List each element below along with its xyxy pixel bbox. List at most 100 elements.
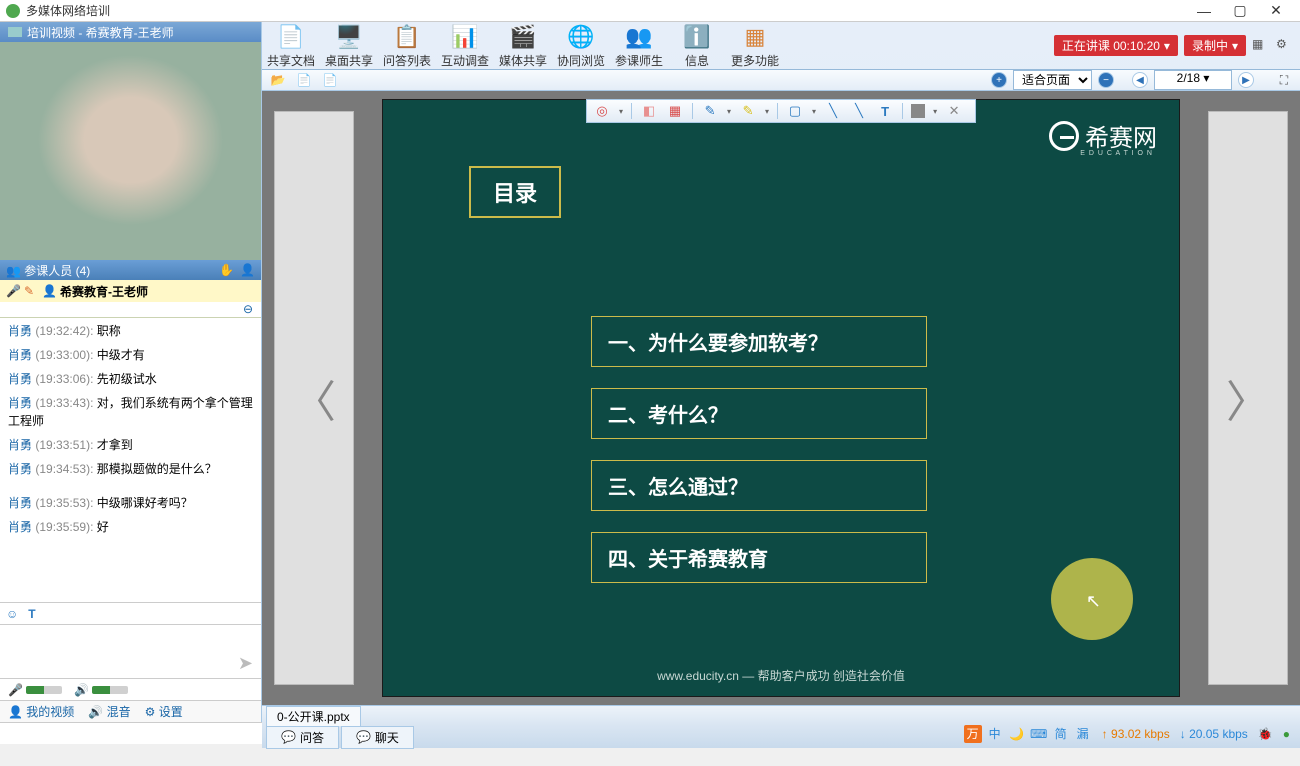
rect-icon[interactable]: ▢ bbox=[786, 102, 804, 120]
fit-select[interactable]: 适合页面 bbox=[1013, 70, 1092, 90]
bottom-controls: 👤 我的视频 🔊 混音 ⚙ 设置 bbox=[0, 700, 261, 722]
slide-footer: www.educity.cn — 帮助客户成功 创造社会价值 bbox=[383, 667, 1179, 684]
my-video-button[interactable]: 👤 我的视频 bbox=[8, 703, 74, 720]
tb-share-desktop[interactable]: 🖥️桌面共享 bbox=[320, 22, 378, 69]
tb-survey[interactable]: 📊互动调查 bbox=[436, 22, 494, 69]
add-doc-icon[interactable]: 📄 bbox=[294, 70, 314, 90]
video-header: 培训视频 - 希赛教育-王老师 bbox=[0, 22, 261, 42]
document-toolbar: 📂 📄 📄 + 适合页面 − ◀ 2/18 ▾ ▶ ⛶ bbox=[262, 70, 1300, 91]
fullscreen-icon[interactable]: ⛶ bbox=[1274, 70, 1294, 90]
video-title: 培训视频 - 希赛教育-王老师 bbox=[27, 24, 174, 41]
line2-icon[interactable]: ╲ bbox=[850, 102, 868, 120]
slide-item-1: 一、为什么要参加软考？ bbox=[591, 316, 927, 367]
mic-control-icon[interactable]: 🎤 bbox=[8, 683, 23, 697]
tb-cobrowse[interactable]: 🌐协同浏览 bbox=[552, 22, 610, 69]
presenter-row[interactable]: 🎤 ✎ 👤 希赛教育-王老师 bbox=[0, 280, 261, 302]
main-toolbar: 📄共享文档 🖥️桌面共享 📋问答列表 📊互动调查 🎬媒体共享 🌐协同浏览 👥参课… bbox=[262, 22, 1300, 70]
chat-message: 肖勇 (19:33:00): 中级才有 bbox=[8, 346, 253, 364]
download-speed: ↓ 20.05 kbps bbox=[1180, 727, 1248, 741]
slide-prev[interactable]: 〈 bbox=[274, 111, 354, 685]
emoji-button[interactable]: ☺ bbox=[6, 607, 18, 621]
chat-message: 肖勇 (19:33:51): 才拿到 bbox=[8, 436, 253, 454]
brand-subtitle: E D U C A T I O N bbox=[1080, 150, 1153, 157]
lecture-status[interactable]: 正在讲课 00:10:20 ▾ bbox=[1054, 35, 1178, 56]
tb-more[interactable]: ▦更多功能 bbox=[726, 22, 784, 69]
file-tab[interactable]: 0-公开课.pptx bbox=[266, 706, 361, 726]
pen-icon[interactable]: ✎ bbox=[701, 102, 719, 120]
target-icon[interactable]: ◎ bbox=[593, 102, 611, 120]
collapse-toggle[interactable]: ⊖ bbox=[0, 302, 261, 318]
close-anno-icon[interactable]: ✕ bbox=[945, 102, 963, 120]
audio-controls: 🎤 🔊 bbox=[0, 678, 261, 700]
tb-share-doc[interactable]: 📄共享文档 bbox=[262, 22, 320, 69]
status-icon-2[interactable]: ● bbox=[1283, 727, 1290, 741]
ime-indicator[interactable]: 万 中 🌙 ⌨ 简 漏 bbox=[964, 725, 1092, 743]
slide-area: 〈 ◎▾ ◧ ▦ ✎▾ ✎▾ ▢▾ ╲ ╲ T ▾ ✕ bbox=[262, 91, 1300, 705]
send-button[interactable]: ➤ bbox=[238, 653, 253, 674]
speaker-control-icon[interactable]: 🔊 bbox=[74, 683, 89, 697]
remove-doc-icon[interactable]: 📄 bbox=[320, 70, 340, 90]
participant-settings-icon[interactable]: 👤 bbox=[240, 263, 255, 277]
chat-history[interactable]: 肖勇 (19:32:42): 职称 肖勇 (19:33:00): 中级才有 肖勇… bbox=[0, 318, 261, 602]
slide-heading: 目录 bbox=[469, 166, 561, 218]
upload-speed: ↑ 93.02 kbps bbox=[1102, 727, 1170, 741]
speaker-volume[interactable] bbox=[92, 686, 128, 694]
tb-media-share[interactable]: 🎬媒体共享 bbox=[494, 22, 552, 69]
raise-hand-icon[interactable]: ✋ bbox=[219, 263, 234, 277]
window-titlebar: 多媒体网络培训 — ▢ ✕ bbox=[0, 0, 1300, 22]
participants-bar[interactable]: 👥 参课人员 (4) ✋👤 bbox=[0, 260, 261, 280]
zoom-out-button[interactable]: − bbox=[1098, 72, 1114, 88]
keyboard-icon: ⌨ bbox=[1030, 725, 1048, 743]
page-select[interactable]: 2/18 ▾ bbox=[1154, 70, 1232, 90]
minimize-button[interactable]: — bbox=[1186, 3, 1222, 19]
right-panel: 📄共享文档 🖥️桌面共享 📋问答列表 📊互动调查 🎬媒体共享 🌐协同浏览 👥参课… bbox=[262, 22, 1300, 722]
text-icon[interactable]: T bbox=[876, 102, 894, 120]
next-page-button[interactable]: ▶ bbox=[1238, 72, 1254, 88]
line-icon[interactable]: ╲ bbox=[824, 102, 842, 120]
tb-info[interactable]: ℹ️信息 bbox=[668, 22, 726, 69]
mix-button[interactable]: 🔊 混音 bbox=[88, 703, 130, 720]
moon-icon: 🌙 bbox=[1008, 725, 1026, 743]
cursor-icon: ↖ bbox=[1086, 591, 1101, 612]
file-tabs-row: 0-公开课.pptx bbox=[262, 705, 1300, 726]
annotation-toolbar: ◎▾ ◧ ▦ ✎▾ ✎▾ ▢▾ ╲ ╲ T ▾ ✕ bbox=[586, 99, 976, 123]
slide-item-4: 四、关于希赛教育 bbox=[591, 532, 927, 583]
status-icon-1[interactable]: 🐞 bbox=[1258, 727, 1273, 741]
slide-next[interactable]: 〉 bbox=[1208, 111, 1288, 685]
chat-message: 肖勇 (19:34:53): 那模拟题做的是什么？ bbox=[8, 460, 253, 478]
chat-message: 肖勇 (19:33:06): 先初级试水 bbox=[8, 370, 253, 388]
chat-message: 肖勇 (19:33:43): 对，我们系统有两个拿个管理工程师 bbox=[8, 394, 253, 430]
chat-message: 肖勇 (19:35:53): 中级哪课好考吗？ bbox=[8, 494, 253, 512]
open-folder-icon[interactable]: 📂 bbox=[268, 70, 288, 90]
tab-qa[interactable]: 💬问答 bbox=[266, 726, 339, 749]
prev-page-button[interactable]: ◀ bbox=[1132, 72, 1148, 88]
color-icon[interactable] bbox=[911, 104, 925, 118]
edit-icon: ✎ bbox=[24, 284, 38, 298]
close-button[interactable]: ✕ bbox=[1258, 2, 1294, 19]
layout-grid-icon[interactable]: ▦ bbox=[1252, 37, 1270, 55]
record-status[interactable]: 录制中 ▾ bbox=[1184, 35, 1246, 56]
tab-chat[interactable]: 💬聊天 bbox=[341, 726, 414, 749]
maximize-button[interactable]: ▢ bbox=[1222, 2, 1258, 19]
tb-qa-list[interactable]: 📋问答列表 bbox=[378, 22, 436, 69]
text-format-button[interactable]: T bbox=[28, 607, 35, 621]
chat-message: 肖勇 (19:32:42): 职称 bbox=[8, 322, 253, 340]
chat-message: 肖勇 (19:35:59): 好 bbox=[8, 518, 253, 536]
mic-icon: 🎤 bbox=[6, 284, 20, 298]
settings-button[interactable]: ⚙ 设置 bbox=[145, 703, 183, 720]
presenter-video[interactable] bbox=[0, 42, 261, 260]
ime-logo-icon: 万 bbox=[964, 725, 982, 743]
eraser-icon[interactable]: ◧ bbox=[640, 102, 658, 120]
tb-participants[interactable]: 👥参课师生 bbox=[610, 22, 668, 69]
zoom-in-button[interactable]: + bbox=[991, 72, 1007, 88]
clear-icon[interactable]: ▦ bbox=[666, 102, 684, 120]
settings-gear-icon[interactable]: ⚙ bbox=[1276, 37, 1294, 55]
mic-volume[interactable] bbox=[26, 686, 62, 694]
chat-input[interactable]: ➤ bbox=[0, 624, 261, 678]
video-icon bbox=[8, 27, 22, 37]
highlighter-icon[interactable]: ✎ bbox=[739, 102, 757, 120]
chat-tools: ☺ T bbox=[0, 602, 261, 624]
presenter-name: 希赛教育-王老师 bbox=[60, 283, 148, 300]
app-icon bbox=[6, 4, 20, 18]
participants-icon: 👥 bbox=[6, 264, 24, 278]
